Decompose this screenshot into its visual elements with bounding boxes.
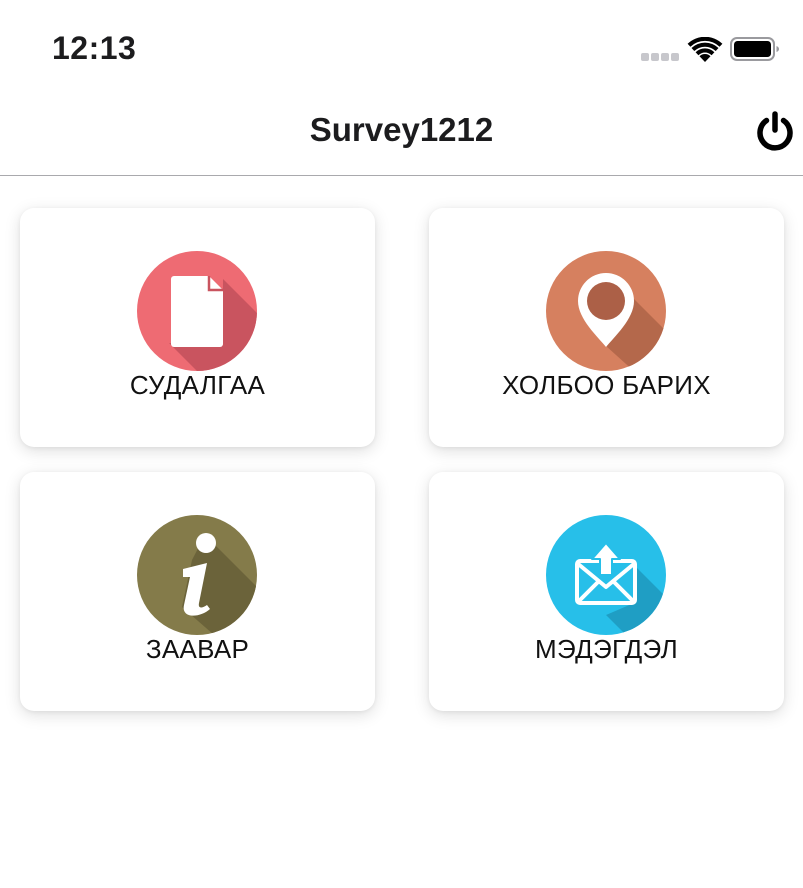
- navigation-bar: Survey1212: [0, 95, 803, 176]
- wifi-icon: [687, 37, 723, 62]
- info-icon: [137, 515, 257, 635]
- battery-icon: [730, 37, 779, 61]
- menu-label: СУДАЛГАА: [129, 370, 266, 400]
- power-icon[interactable]: [753, 109, 797, 153]
- survey-menu-card[interactable]: СУДАЛГАА: [20, 208, 375, 447]
- menu-label: ЗААВАР: [145, 634, 250, 664]
- status-time: 12:13: [52, 30, 137, 66]
- page-title: Survey1212: [309, 111, 494, 148]
- notifications-menu-card[interactable]: МЭДЭГДЭЛ: [429, 472, 784, 711]
- signal-icon: [641, 53, 681, 71]
- menu-label: МЭДЭГДЭЛ: [534, 634, 678, 664]
- document-icon: [137, 251, 257, 371]
- status-bar: 12:13: [0, 0, 803, 95]
- location-pin-icon: [546, 251, 666, 371]
- instructions-menu-card[interactable]: ЗААВАР: [20, 472, 375, 711]
- menu-label: ХОЛБОО БАРИХ: [502, 370, 711, 400]
- mail-upload-icon: [546, 515, 666, 635]
- contact-menu-card[interactable]: ХОЛБОО БАРИХ: [429, 208, 784, 447]
